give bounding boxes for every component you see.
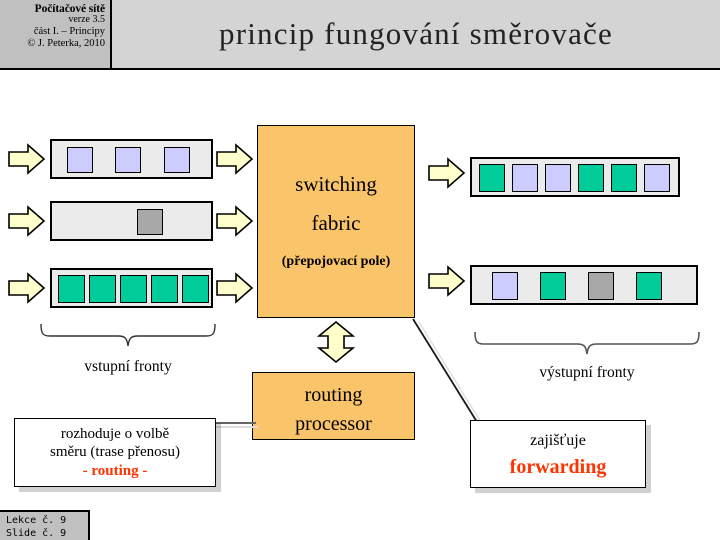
input-queues-label: vstupní fronty: [84, 358, 172, 375]
routing-processor-box: routing processor: [252, 372, 415, 440]
routing-callout-connector: [212, 422, 258, 428]
input-queue-3: [50, 268, 213, 308]
fabric-out-arrow-1-icon: [428, 157, 466, 189]
packet: [58, 275, 85, 303]
footer-lecture: Lekce č. 9: [6, 515, 67, 526]
routing-term: routing: [91, 462, 139, 479]
footer-slide: Slide č. 9: [6, 527, 67, 539]
packet: [120, 275, 147, 303]
input-queues-brace-icon: [40, 323, 216, 347]
switching-fabric-line2: fabric: [311, 211, 361, 235]
course-author: © J. Peterka, 2010: [27, 37, 105, 49]
routing-callout-line2: směru (trase přenosu): [50, 444, 180, 461]
course-version: verze 3.5: [68, 14, 105, 26]
packet: [89, 275, 116, 303]
output-queue-2: [470, 265, 698, 305]
forwarding-callout-connector: [412, 318, 483, 425]
input-arrow-2-icon: [8, 205, 46, 237]
packet: [137, 209, 163, 235]
packet: [115, 147, 141, 173]
routing-processor-line1: routing: [304, 384, 363, 406]
input-queue-2: [50, 201, 213, 241]
fabric-in-arrow-3-icon: [216, 272, 254, 304]
packet: [636, 272, 662, 300]
course-part: část I. – Principy: [33, 26, 105, 38]
output-queue-1: [470, 157, 680, 197]
packet: [512, 164, 538, 192]
switching-fabric-box: switching fabric (přepojovací pole): [257, 125, 415, 318]
fabric-processor-double-arrow-icon: [316, 320, 356, 364]
forwarding-callout-box: zajišťuje forwarding: [470, 420, 646, 488]
fabric-out-arrow-2-icon: [428, 265, 466, 297]
packet: [164, 147, 190, 173]
header-credit-block: Počítačové sítě verze 3.5 část I. – Prin…: [0, 0, 112, 70]
slide-canvas: Počítačové sítě verze 3.5 část I. – Prin…: [0, 0, 720, 540]
input-queue-1: [50, 139, 213, 179]
page-title: princip fungování směrovače: [219, 16, 613, 51]
fabric-in-arrow-1-icon: [216, 143, 254, 175]
switching-fabric-line1: switching: [295, 172, 377, 196]
packet: [182, 275, 209, 303]
packet: [545, 164, 571, 192]
packet: [67, 147, 93, 173]
packet: [644, 164, 670, 192]
input-arrow-3-icon: [8, 272, 46, 304]
routing-dash-suffix: -: [138, 462, 148, 479]
packet: [479, 164, 505, 192]
forwarding-callout-line1: zajišťuje: [530, 432, 586, 449]
input-arrow-1-icon: [8, 143, 46, 175]
packet: [151, 275, 178, 303]
packet: [540, 272, 566, 300]
packet: [611, 164, 637, 192]
routing-callout-term-line: - routing -: [15, 462, 215, 482]
routing-callout-box: rozhoduje o volbě směru (trase přenosu) …: [14, 418, 216, 487]
routing-processor-line2: processor: [295, 413, 372, 435]
routing-callout-line1: rozhoduje o volbě: [60, 426, 170, 442]
footer-slide-counter: Lekce č. 9 Slide č. 9: [0, 510, 90, 540]
forwarding-callout-term: forwarding: [509, 456, 607, 478]
packet: [588, 272, 614, 300]
switching-fabric-subtitle: (přepojovací pole): [281, 254, 391, 269]
fabric-in-arrow-2-icon: [216, 205, 254, 237]
packet: [578, 164, 604, 192]
packet: [492, 272, 518, 300]
